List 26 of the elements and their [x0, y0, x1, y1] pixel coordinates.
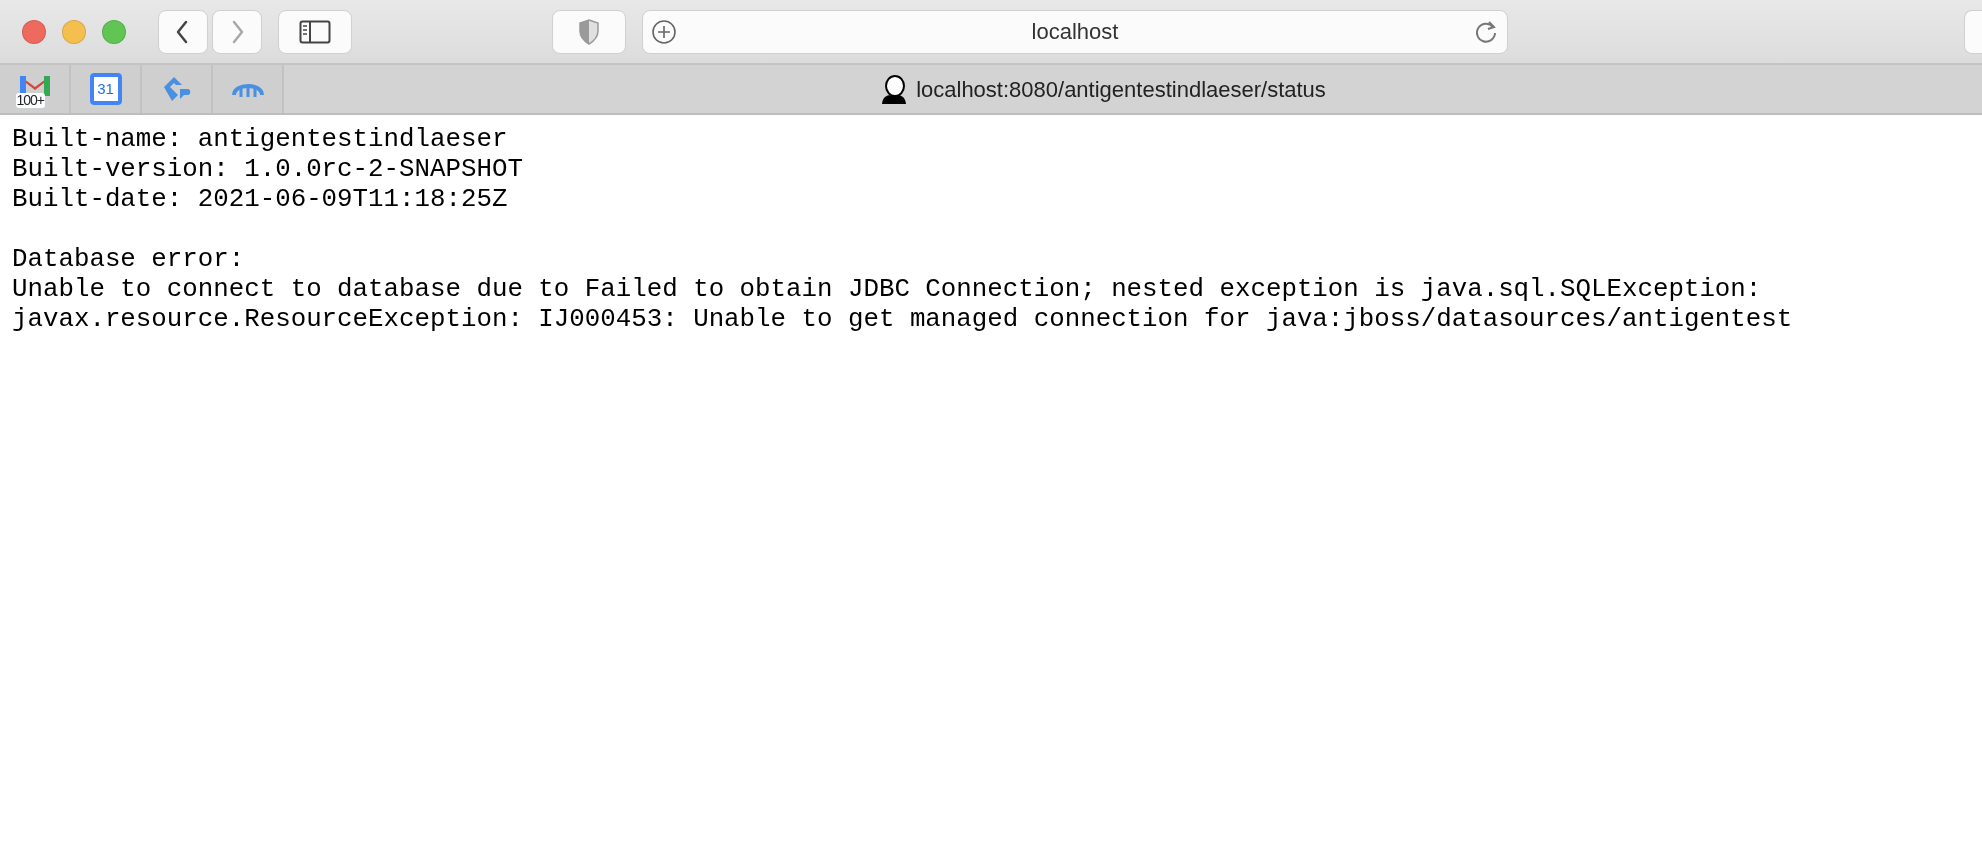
- pinned-tab[interactable]: [213, 65, 284, 113]
- shield-icon: [578, 18, 600, 45]
- error-message-line: javax.resource.ResourceException: IJ000453: Unable to get managed connection for java:jboss/datasources/antigentest: [12, 305, 1794, 335]
- reload-icon[interactable]: [1473, 18, 1499, 45]
- error-heading: Database error:: [12, 245, 246, 275]
- error-message-line: Unable to connect to database due to Failed to obtain JDBC Connection; nested exception is java.sql.SQLException:: [12, 275, 1763, 305]
- build-info-line: Built-version: 1.0.0rc-2-SNAPSHOT: [12, 155, 524, 185]
- person-icon: [880, 74, 909, 104]
- zoom-button[interactable]: [102, 19, 126, 44]
- count-badge: 100+: [15, 93, 46, 108]
- browser-tab[interactable]: localhost:8080/antigentestindlaeser/status: [284, 65, 1982, 113]
- pinned-tab[interactable]: 100+: [0, 65, 71, 113]
- toolbar-button[interactable]: [1964, 9, 1982, 54]
- pinned-tab[interactable]: [142, 65, 213, 113]
- close-button[interactable]: [22, 19, 46, 44]
- sidebar-icon: [299, 19, 331, 44]
- minimize-button[interactable]: [62, 19, 86, 44]
- add-icon[interactable]: [651, 18, 677, 45]
- build-info-line: Built-name: antigentestindlaeser: [12, 125, 509, 155]
- pinned-tab[interactable]: 31: [71, 65, 142, 113]
- calendar-icon: 31: [89, 73, 122, 105]
- sidebar-button[interactable]: [278, 9, 352, 54]
- back-button[interactable]: [158, 9, 208, 54]
- address-bar[interactable]: localhost: [642, 9, 1508, 54]
- build-info-line: Built-date: 2021-06-09T11:18:25Z: [12, 185, 509, 215]
- privacy-button[interactable]: [552, 9, 626, 54]
